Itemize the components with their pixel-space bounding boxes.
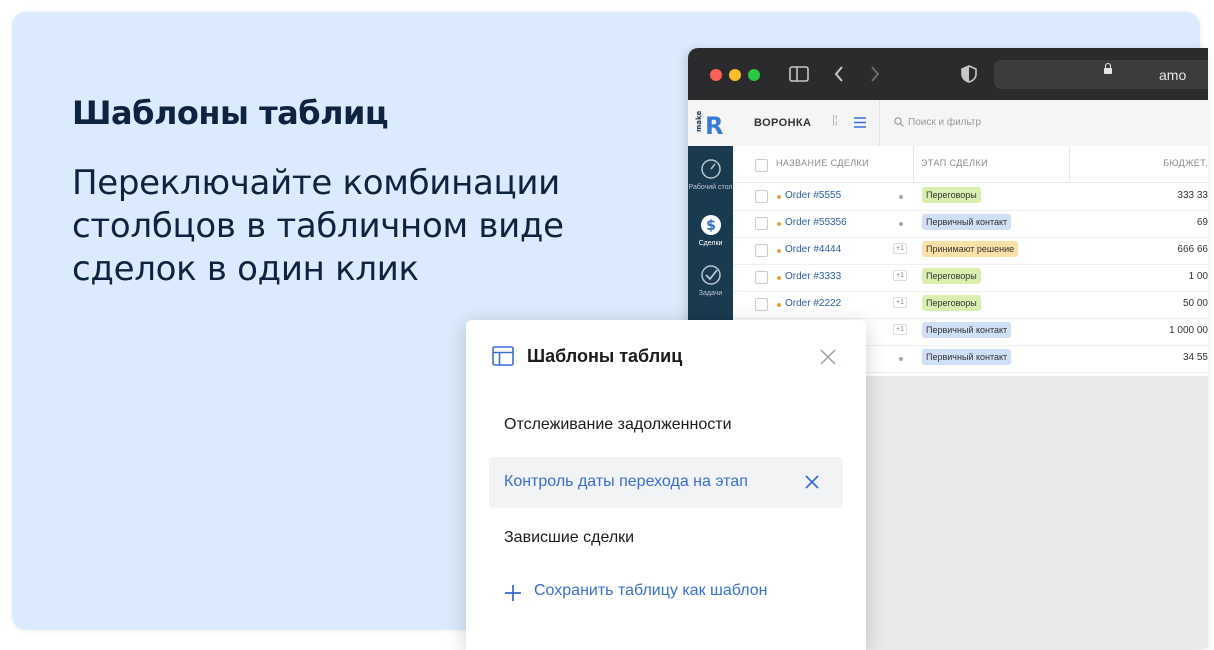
table-row[interactable]: Order #3333 +1 Переговоры 1 00	[733, 264, 1208, 292]
column-header-budget[interactable]: БЮДЖЕТ,	[1163, 158, 1208, 168]
template-item-label: Отслеживание задолженности	[504, 416, 732, 433]
sidebar-item-label: Задачи	[698, 290, 723, 297]
stage-badge: Первичный контакт	[922, 349, 1012, 365]
priority-dot	[777, 222, 781, 226]
svg-text:$: $	[706, 218, 716, 234]
table-row[interactable]: Order #55356 Первичный контакт 69	[733, 210, 1208, 238]
app-logo: make R	[688, 100, 733, 146]
table-row[interactable]: Order #2222 +1 Переговоры 50 00	[733, 291, 1208, 319]
view-toggle-icon[interactable]: |¦	[832, 114, 838, 126]
dashboard-icon	[700, 159, 721, 179]
select-all-checkbox[interactable]	[755, 159, 768, 172]
deal-name-link[interactable]: Order #3333	[785, 271, 841, 282]
column-header-name[interactable]: НАЗВАНИЕ СДЕЛКИ	[776, 158, 869, 168]
promo-subtitle: Переключайте комбинации столбцов в табли…	[72, 163, 564, 289]
close-window-button[interactable]	[710, 69, 722, 81]
topbar-divider	[879, 100, 880, 146]
template-item-label: Контроль даты перехода на этап	[504, 473, 748, 490]
stage-badge: Первичный контакт	[922, 214, 1012, 230]
zoom-window-button[interactable]	[748, 69, 760, 81]
budget-value: 1 000 00	[1169, 325, 1208, 336]
status-dot	[899, 222, 903, 226]
template-item-stage-date-control[interactable]: Контроль даты перехода на этап	[489, 457, 843, 508]
crm-topbar: make R ВОРОНКА |¦ Поиск и фильтр	[688, 100, 1208, 147]
budget-value: 34 55	[1182, 352, 1208, 363]
budget-value: 1 00	[1188, 271, 1208, 282]
browser-titlebar: amo	[688, 48, 1208, 100]
table-header: НАЗВАНИЕ СДЕЛКИ ЭТАП СДЕЛКИ БЮДЖЕТ,	[733, 146, 1208, 183]
list-view-icon[interactable]	[854, 117, 866, 128]
deal-name-link[interactable]: Order #55356	[785, 217, 847, 228]
address-bar[interactable]: amo	[994, 60, 1208, 89]
deal-name-link[interactable]: Order #2222	[785, 298, 841, 309]
sidebar-item-label: Сделки	[698, 240, 723, 247]
remove-template-icon[interactable]	[804, 474, 820, 490]
priority-dot	[777, 303, 781, 307]
shield-icon[interactable]	[961, 65, 977, 83]
table-row[interactable]: Order #5555 Переговоры 333 33	[733, 183, 1208, 211]
sidebar-item-dashboard[interactable]: Рабочий стол	[688, 158, 733, 192]
linked-count-badge: +1	[893, 297, 907, 308]
back-arrow-icon[interactable]	[834, 66, 844, 82]
template-item-debt-tracking[interactable]: Отслеживание задолженности	[489, 400, 843, 451]
search-input[interactable]: Поиск и фильтр	[908, 117, 981, 128]
budget-value: 50 00	[1182, 298, 1208, 309]
funnel-label[interactable]: ВОРОНКА	[754, 117, 811, 129]
priority-dot	[777, 249, 781, 253]
priority-dot	[777, 276, 781, 280]
sidebar-item-deals[interactable]: $ Сделки	[688, 214, 733, 248]
sidebar-toggle-icon[interactable]	[789, 66, 809, 82]
stage-badge: Принимают решение	[922, 241, 1019, 257]
minimize-window-button[interactable]	[729, 69, 741, 81]
row-checkbox[interactable]	[755, 217, 768, 230]
table-templates-popup: Шаблоны таблиц Отслеживание задолженност…	[466, 320, 866, 650]
stage-badge: Переговоры	[922, 268, 981, 284]
deal-name-link[interactable]: Order #5555	[785, 190, 841, 201]
close-icon[interactable]	[819, 348, 837, 366]
linked-count-badge: +1	[893, 324, 907, 335]
logo-text: make	[695, 111, 703, 132]
stage-badge: Переговоры	[922, 187, 981, 203]
url-text: amo	[1159, 67, 1187, 83]
budget-value: 666 66	[1177, 244, 1208, 255]
template-item-label: Зависшие сделки	[504, 529, 635, 546]
forward-arrow-icon[interactable]	[870, 66, 880, 82]
search-icon	[894, 117, 904, 127]
budget-value: 333 33	[1177, 190, 1208, 201]
linked-count-badge: +1	[893, 270, 907, 281]
column-header-stage[interactable]: ЭТАП СДЕЛКИ	[921, 158, 988, 168]
status-dot	[899, 195, 903, 199]
lock-icon	[1104, 63, 1112, 74]
row-checkbox[interactable]	[755, 298, 768, 311]
status-dot	[899, 357, 903, 361]
svg-text:R: R	[705, 112, 723, 140]
linked-count-badge: +1	[893, 243, 907, 254]
promo-heading: Шаблоны таблиц	[72, 94, 389, 132]
template-item-stuck-deals[interactable]: Зависшие сделки	[489, 513, 843, 564]
row-checkbox[interactable]	[755, 271, 768, 284]
priority-dot	[777, 195, 781, 199]
sidebar-item-tasks[interactable]: Задачи	[688, 264, 733, 298]
row-checkbox[interactable]	[755, 190, 768, 203]
table-row[interactable]: Order #4444 +1 Принимают решение 666 66	[733, 237, 1208, 265]
popup-title: Шаблоны таблиц	[527, 346, 683, 366]
tasks-check-icon	[700, 265, 721, 285]
table-layout-icon	[492, 346, 514, 366]
plus-icon[interactable]	[504, 584, 522, 602]
budget-value: 69	[1196, 217, 1208, 228]
stage-badge: Переговоры	[922, 295, 981, 311]
save-as-template-button[interactable]: Сохранить таблицу как шаблон	[534, 582, 767, 600]
deals-dollar-icon: $	[700, 215, 721, 235]
sidebar-item-label: Рабочий стол	[688, 184, 733, 191]
deal-name-link[interactable]: Order #4444	[785, 244, 841, 255]
stage-badge: Первичный контакт	[922, 322, 1012, 338]
row-checkbox[interactable]	[755, 244, 768, 257]
